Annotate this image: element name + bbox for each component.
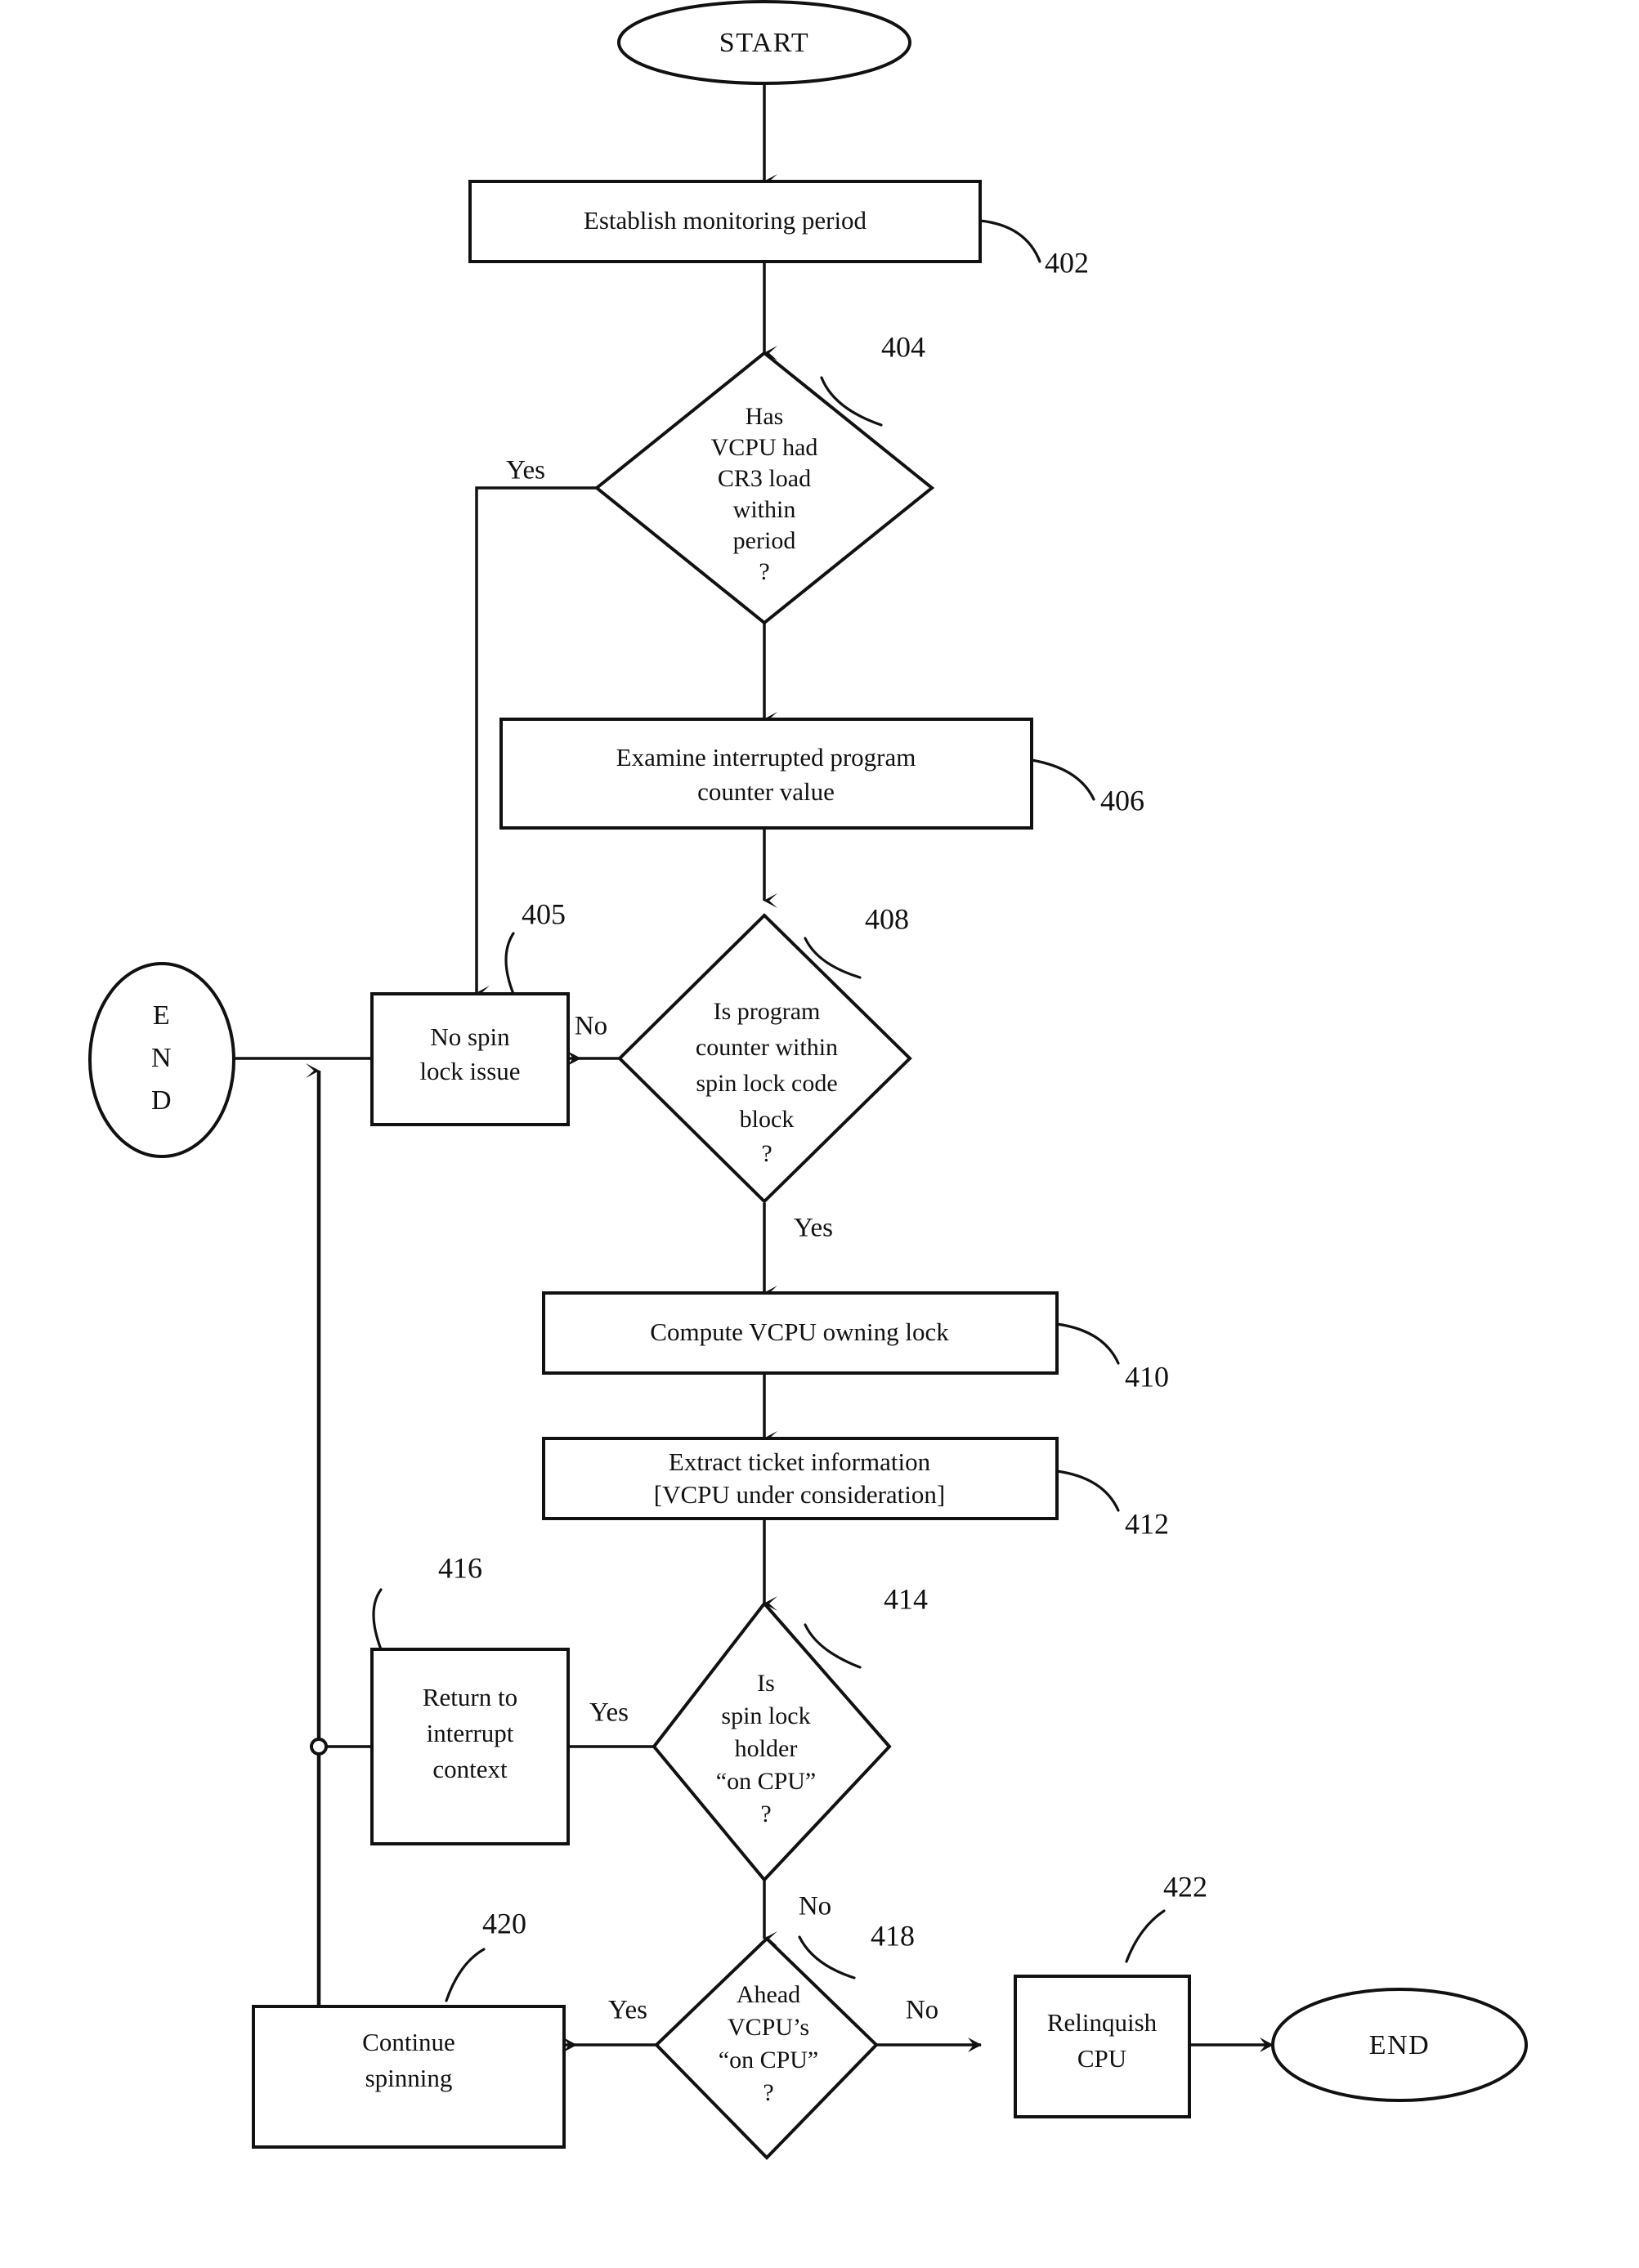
ref-number-410: 410 (1125, 1360, 1169, 1393)
node-405-line-1: lock issue (419, 1057, 520, 1085)
node-420-continue-spinning: Continue spinning (252, 2005, 566, 2149)
node-414-line-0: Is (757, 1670, 775, 1697)
branch-label-414-yes: Yes (589, 1698, 629, 1728)
feedback-junction-dot (310, 1738, 328, 1756)
leader-422 (1125, 1909, 1166, 1963)
node-416-line-1: interrupt (427, 1719, 514, 1747)
node-404-line-4: period (733, 527, 796, 554)
branch-label-418-yes: Yes (608, 1996, 647, 2025)
branch-label-404-yes: Yes (506, 456, 545, 485)
node-405-line-0: No spin (430, 1022, 510, 1051)
node-414-line-1: spin lock (721, 1702, 810, 1729)
leader-405 (504, 932, 515, 995)
branch-label-408-yes: Yes (794, 1214, 833, 1243)
terminal-end-right-label: END (1369, 2030, 1430, 2060)
node-420-line-0: Continue (362, 2028, 455, 2056)
node-404-line-0: Has (746, 403, 784, 430)
leader-412 (1055, 1470, 1120, 1512)
node-408-line-3: block (740, 1106, 795, 1133)
node-404-line-3: within (733, 496, 796, 523)
terminal-end-right: END (1271, 1988, 1528, 2102)
terminal-start-label: START (719, 28, 809, 58)
node-422-line-0: Relinquish (1047, 2008, 1158, 2037)
node-418-line-2: “on CPU” (719, 2047, 819, 2073)
ref-number-414: 414 (884, 1582, 928, 1615)
ref-number-422: 422 (1163, 1870, 1207, 1903)
branch-label-418-no: No (906, 1996, 938, 2025)
branch-label-408-no: No (575, 1012, 607, 1041)
node-418-line-1: VCPU’s (728, 2014, 809, 2041)
node-404-line-1: VCPU had (711, 434, 818, 461)
node-422-line-1: CPU (1077, 2044, 1126, 2073)
leader-410 (1055, 1322, 1120, 1365)
leader-406 (1030, 758, 1095, 801)
node-404-line-5: ? (759, 558, 769, 585)
node-406-line-1: counter value (697, 777, 835, 806)
node-404-line-2: CR3 load (718, 465, 811, 492)
node-406-line-0: Examine interrupted program (616, 743, 916, 772)
node-418-line-0: Ahead (737, 1981, 800, 2008)
ref-number-412: 412 (1125, 1507, 1169, 1540)
node-414-line-4: ? (760, 1801, 771, 1827)
node-405-no-spin-lock-issue: No spin lock issue (370, 992, 570, 1126)
node-402-establish-monitoring-period: Establish monitoring period (468, 180, 982, 263)
terminal-end-left-line-0: E (153, 1000, 171, 1031)
branch-label-414-no: No (799, 1892, 831, 1921)
flowchart-canvas: START Establish monitoring period 402 Ha… (88, 0, 1528, 2160)
terminal-start: START (617, 0, 911, 85)
node-402-line-0: Establish monitoring period (584, 206, 867, 235)
ref-number-416: 416 (438, 1551, 482, 1584)
node-422-relinquish-cpu: Relinquish CPU (1014, 1975, 1191, 2118)
node-410-compute-vcpu-owning-lock: Compute VCPU owning lock (542, 1291, 1059, 1375)
ref-number-418: 418 (871, 1919, 915, 1952)
node-410-line-0: Compute VCPU owning lock (650, 1317, 949, 1346)
ref-number-402: 402 (1045, 246, 1089, 279)
ref-number-420: 420 (482, 1907, 526, 1939)
terminal-end-left-line-1: N (151, 1043, 172, 1073)
node-418-line-3: ? (763, 2079, 773, 2106)
node-414-is-spin-lock-holder-on-cpu: Is spin lock holder “on CPU” ? (652, 1600, 892, 1883)
node-416-return-to-interrupt-context: Return to interrupt context (370, 1648, 570, 1845)
terminal-end-left: E N D (88, 962, 235, 1158)
node-412-line-1: [VCPU under consideration] (654, 1480, 945, 1509)
terminal-end-left-line-2: D (151, 1085, 172, 1116)
node-406-examine-interrupted-program-counter: Examine interrupted program counter valu… (499, 718, 1033, 830)
node-408-line-4: ? (761, 1140, 772, 1167)
ref-number-406: 406 (1100, 784, 1144, 816)
node-412-extract-ticket-information: Extract ticket information [VCPU under c… (542, 1437, 1059, 1520)
node-414-line-3: “on CPU” (716, 1768, 817, 1795)
node-408-is-program-counter-within-spin-lock: Is program counter within spin lock code… (617, 913, 912, 1204)
node-408-line-0: Is program (714, 998, 821, 1025)
node-420-line-1: spinning (365, 2064, 453, 2092)
patent-flowchart-figure: START Establish monitoring period 402 Ha… (0, 0, 1639, 2268)
leader-418 (798, 1935, 856, 1979)
ref-number-408: 408 (865, 902, 909, 935)
node-416-line-0: Return to (423, 1683, 517, 1711)
node-414-line-2: holder (735, 1735, 798, 1762)
node-416-line-2: context (432, 1755, 508, 1783)
leader-416 (372, 1588, 383, 1651)
ref-number-405: 405 (522, 897, 566, 930)
ref-number-404: 404 (881, 330, 925, 363)
node-408-line-1: counter within (696, 1034, 838, 1061)
leader-402 (978, 219, 1041, 263)
node-412-line-0: Extract ticket information (669, 1447, 931, 1476)
leader-420 (445, 1948, 486, 2002)
node-408-line-2: spin lock code (696, 1070, 837, 1097)
node-404-has-vcpu-had-cr3-load: Has VCPU had CR3 load within period ? (593, 351, 935, 625)
node-418-ahead-vcpus-on-cpu: Ahead VCPU’s “on CPU” ? (654, 1936, 879, 2160)
